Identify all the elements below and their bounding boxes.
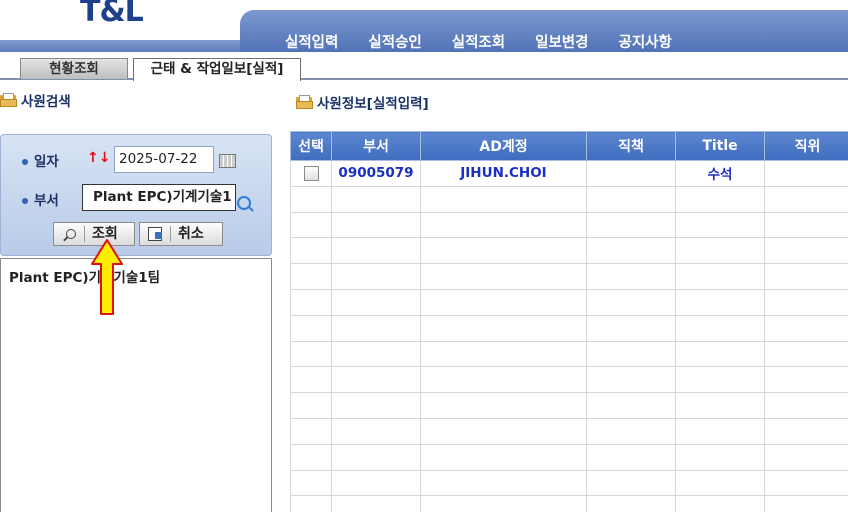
tab-row: 현황조회 근태 & 작업일보[실적] xyxy=(0,52,848,82)
grid-header-row: 선택 부서 AD계정 직책 Title 직위 xyxy=(290,131,848,161)
bullet-icon xyxy=(22,198,28,204)
dept-label: 부서 xyxy=(22,189,59,209)
table-row xyxy=(290,495,848,512)
table-row xyxy=(290,366,848,394)
bullet-icon xyxy=(22,159,28,165)
calendar-icon[interactable] xyxy=(219,154,236,168)
date-field[interactable]: 2025-07-22 xyxy=(114,146,214,173)
employee-info-title: 사원정보[실적입력] xyxy=(296,92,429,112)
cell-dept: 09005079 xyxy=(331,160,421,187)
table-row xyxy=(290,340,848,368)
table-row xyxy=(290,211,848,239)
nav-item-change[interactable]: 일보변경 xyxy=(520,31,603,52)
cell-title: 수석 xyxy=(675,160,765,187)
cancel-button[interactable]: 취소 xyxy=(139,222,223,246)
table-row xyxy=(290,392,848,419)
dept-search-icon[interactable] xyxy=(237,196,251,210)
table-row xyxy=(290,314,848,342)
nav-item-notice[interactable]: 공지사항 xyxy=(604,31,687,52)
nav-item-inquiry[interactable]: 실적조회 xyxy=(437,31,520,52)
table-row xyxy=(290,237,848,265)
search-icon xyxy=(66,229,76,239)
dept-field[interactable]: Plant EPC)기계기술1 xyxy=(82,184,236,211)
table-row xyxy=(290,185,848,213)
nav-item-approve[interactable]: 실적승인 xyxy=(353,31,436,52)
table-row xyxy=(290,288,848,316)
row-checkbox[interactable] xyxy=(303,165,319,181)
col-header-position[interactable]: 직책 xyxy=(586,131,676,161)
date-label: 일자 xyxy=(22,150,59,170)
col-header-title[interactable]: Title xyxy=(675,131,765,161)
document-icon xyxy=(148,227,162,241)
tab-status[interactable]: 현황조회 xyxy=(20,58,128,79)
nav-item-input[interactable]: 실적입력 xyxy=(270,31,353,52)
top-header: T&L 실적입력 실적승인 실적조회 일보변경 공지사항 xyxy=(0,0,848,52)
cell-position xyxy=(586,160,676,187)
folder-icon xyxy=(0,93,17,107)
table-row xyxy=(290,263,848,290)
table-row xyxy=(290,469,848,497)
date-arrows: ↑↓ xyxy=(87,150,111,166)
table-row[interactable]: 09005079 JIHUN.CHOI 수석 xyxy=(290,160,848,187)
pointer-arrow-icon xyxy=(91,239,123,315)
folder-icon xyxy=(296,95,313,109)
nav-menu: 실적입력 실적승인 실적조회 일보변경 공지사항 xyxy=(270,31,687,52)
tree-item[interactable]: Plant EPC)기계기술1팀 xyxy=(9,266,160,286)
cell-ad: JIHUN.CHOI xyxy=(420,160,587,187)
table-row xyxy=(290,443,848,471)
col-header-rank[interactable]: 직위 xyxy=(764,131,848,161)
col-header-dept[interactable]: 부서 xyxy=(331,131,421,161)
cell-rank xyxy=(764,160,848,187)
col-header-ad[interactable]: AD계정 xyxy=(420,131,587,161)
employee-search-title: 사원검색 xyxy=(0,90,71,110)
col-header-select[interactable]: 선택 xyxy=(290,131,332,161)
main-nav: 실적입력 실적승인 실적조회 일보변경 공지사항 xyxy=(0,10,848,52)
table-row xyxy=(290,417,848,445)
dept-tree: Plant EPC)기계기술1팀 xyxy=(0,258,272,512)
employee-grid: 선택 부서 AD계정 직책 Title 직위 09005079 JIHUN.CH… xyxy=(290,131,848,512)
tab-attendance-report[interactable]: 근태 & 작업일보[실적] xyxy=(133,58,301,81)
